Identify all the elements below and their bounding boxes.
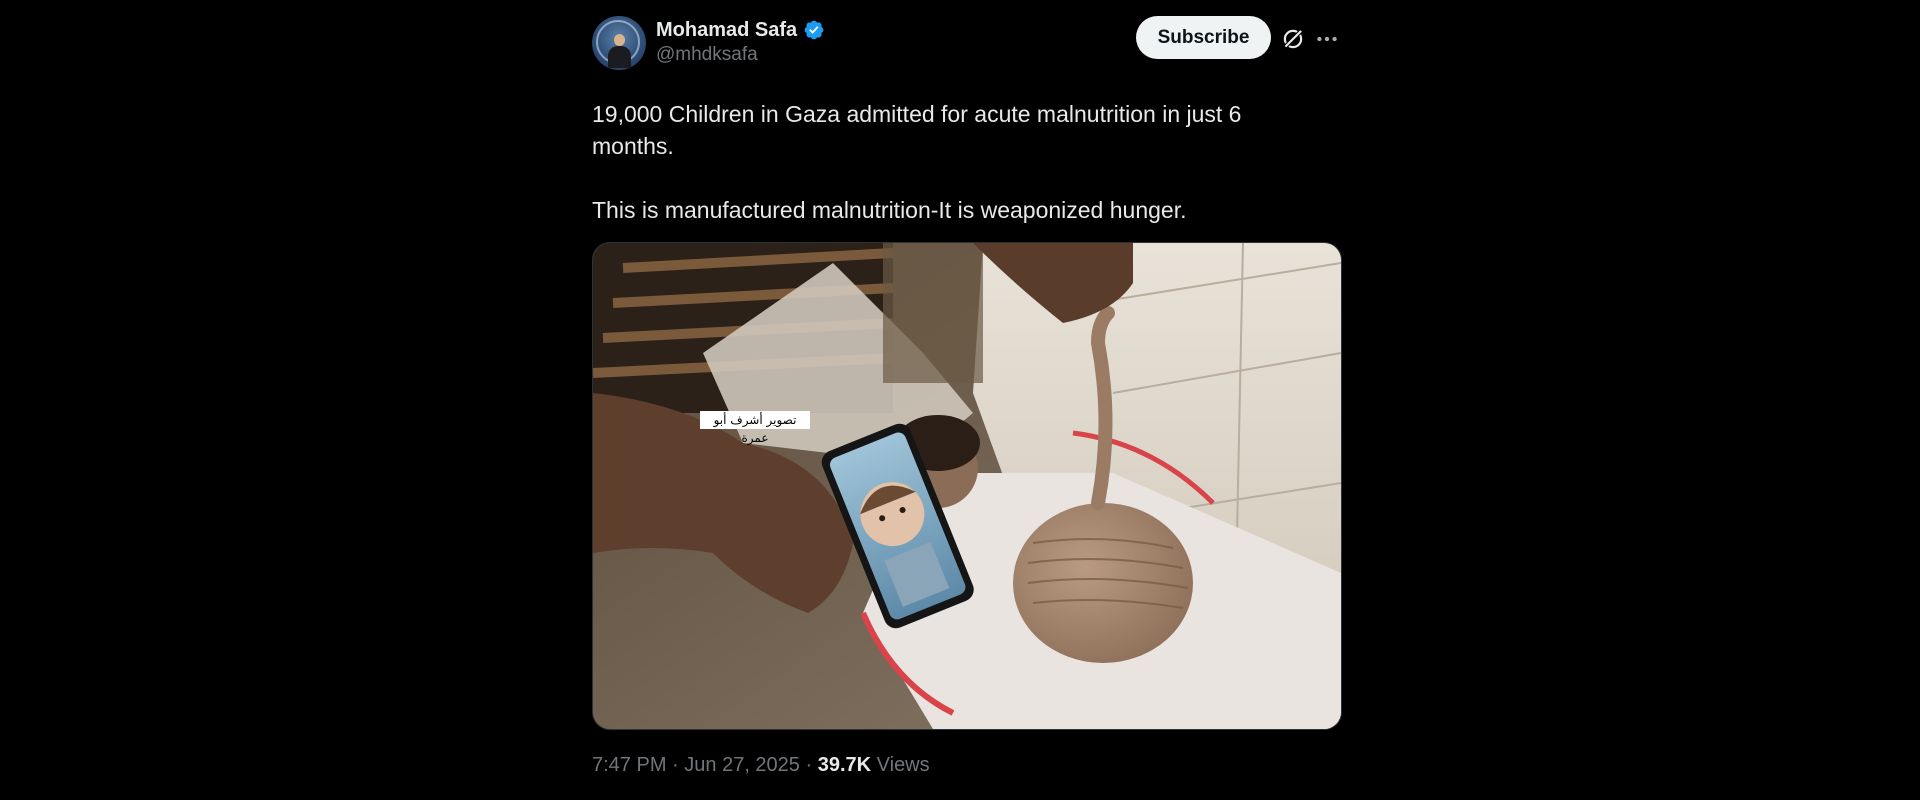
post-date[interactable]: Jun 27, 2025: [684, 754, 800, 776]
meta-separator: ·: [666, 754, 685, 776]
tweet: Mohamad Safa @mhdksafa Subscribe 19,000 …: [592, 14, 1342, 777]
name-row: Mohamad Safa: [656, 16, 825, 44]
views-label: Views: [876, 754, 930, 776]
avatar-figure-head: [614, 34, 625, 46]
tweet-meta: 7:47 PM · Jun 27, 2025 · 39.7K Views: [592, 754, 1342, 777]
subscribe-button[interactable]: Subscribe: [1136, 16, 1271, 59]
tweet-header: Mohamad Safa @mhdksafa Subscribe: [592, 14, 1342, 70]
post-time[interactable]: 7:47 PM: [592, 754, 666, 776]
author-block: Mohamad Safa @mhdksafa: [656, 16, 825, 66]
tweet-text-paragraph-1: 19,000 Children in Gaza admitted for acu…: [592, 101, 1242, 159]
meta-separator: ·: [799, 754, 818, 776]
photo-illustration: [593, 243, 1341, 729]
author-name[interactable]: Mohamad Safa: [656, 19, 797, 42]
views-count: 39.7K: [817, 754, 872, 776]
avatar[interactable]: [592, 16, 646, 70]
tweet-photo[interactable]: تصوير أشرف أبو عمرة: [592, 242, 1342, 730]
grok-icon[interactable]: [1280, 26, 1306, 52]
photo-caption-overlay: تصوير أشرف أبو عمرة: [713, 413, 797, 445]
author-handle[interactable]: @mhdksafa: [656, 44, 825, 66]
tweet-text: 19,000 Children in Gaza admitted for acu…: [592, 98, 1292, 226]
more-icon[interactable]: [1314, 26, 1340, 52]
avatar-figure-body: [608, 46, 631, 68]
verified-badge-icon: [804, 20, 824, 40]
tweet-text-paragraph-2: This is manufactured malnutrition-It is …: [592, 197, 1187, 223]
